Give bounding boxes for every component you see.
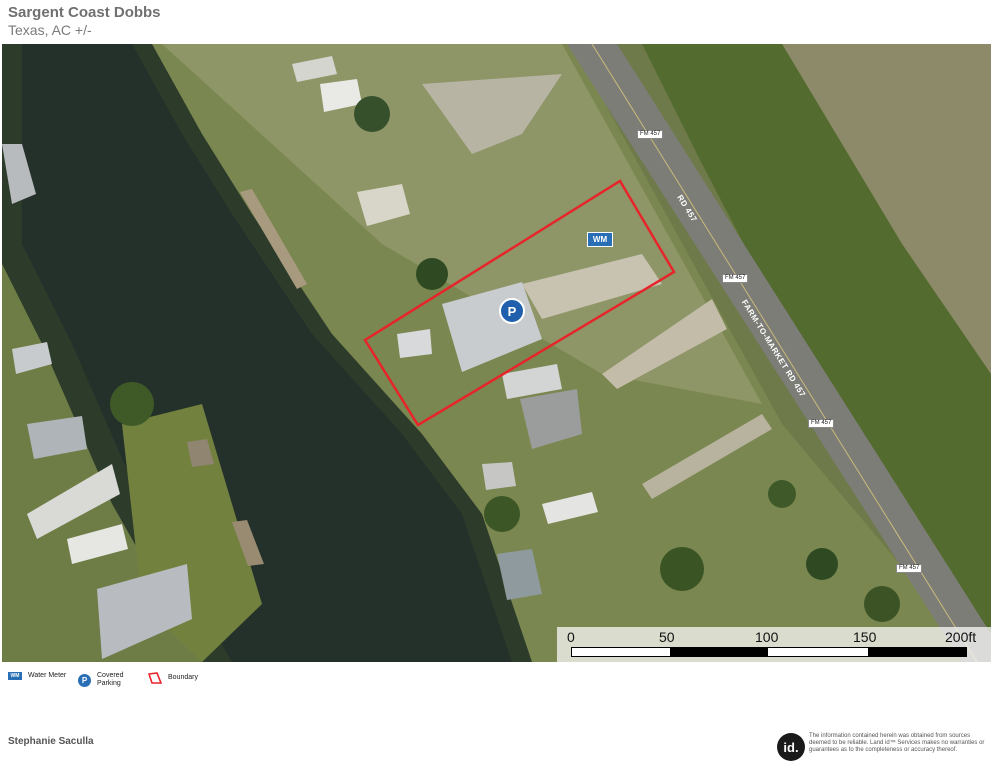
legend-label: Water Meter [28, 672, 67, 679]
disclaimer-text: The information contained herein was obt… [809, 733, 985, 753]
water-meter-icon: WM [8, 672, 22, 680]
map-legend: WM Water Meter P Covered Parking Boundar… [0, 672, 993, 696]
legend-label: Covered Parking [97, 672, 124, 687]
scale-tick-label: 50 [659, 629, 675, 645]
map-subtitle: Texas, AC +/- [8, 22, 92, 38]
map-title: Sargent Coast Dobbs [8, 4, 161, 21]
scale-segment-black [670, 648, 768, 656]
scale-tick-label: 150 [853, 629, 877, 645]
legend-item-covered-parking: P Covered Parking [78, 672, 131, 688]
scale-bar-track [571, 647, 967, 657]
road-shield-fm457: FM 457 [637, 130, 664, 139]
scale-tick-label: 0 [567, 629, 575, 645]
legend-item-water-meter: WM Water Meter [8, 672, 66, 680]
covered-parking-icon: P [78, 673, 91, 687]
boundary-icon [148, 672, 162, 684]
covered-parking-marker[interactable]: P [499, 298, 525, 324]
land-id-logo: id. [777, 733, 805, 761]
road-shield-fm457: FM 457 [896, 564, 923, 573]
scale-bar: 0 50 100 150 200ft [557, 627, 991, 662]
road-shield-fm457: FM 457 [722, 274, 749, 283]
scale-segment-black [868, 648, 966, 656]
agent-name: Stephanie Saculla [8, 736, 94, 747]
water-meter-marker[interactable]: WM [587, 232, 613, 247]
legend-item-boundary: Boundary [148, 672, 198, 684]
road-shield-fm457: FM 457 [808, 419, 835, 428]
aerial-map[interactable]: WM P FM 457 FM 457 FM 457 FM 457 RD 457 … [2, 44, 991, 662]
aerial-imagery [2, 44, 991, 662]
scale-tick-label: 100 [755, 629, 779, 645]
legend-label: Boundary [168, 674, 198, 681]
scale-tick-label: 200ft [945, 629, 977, 645]
